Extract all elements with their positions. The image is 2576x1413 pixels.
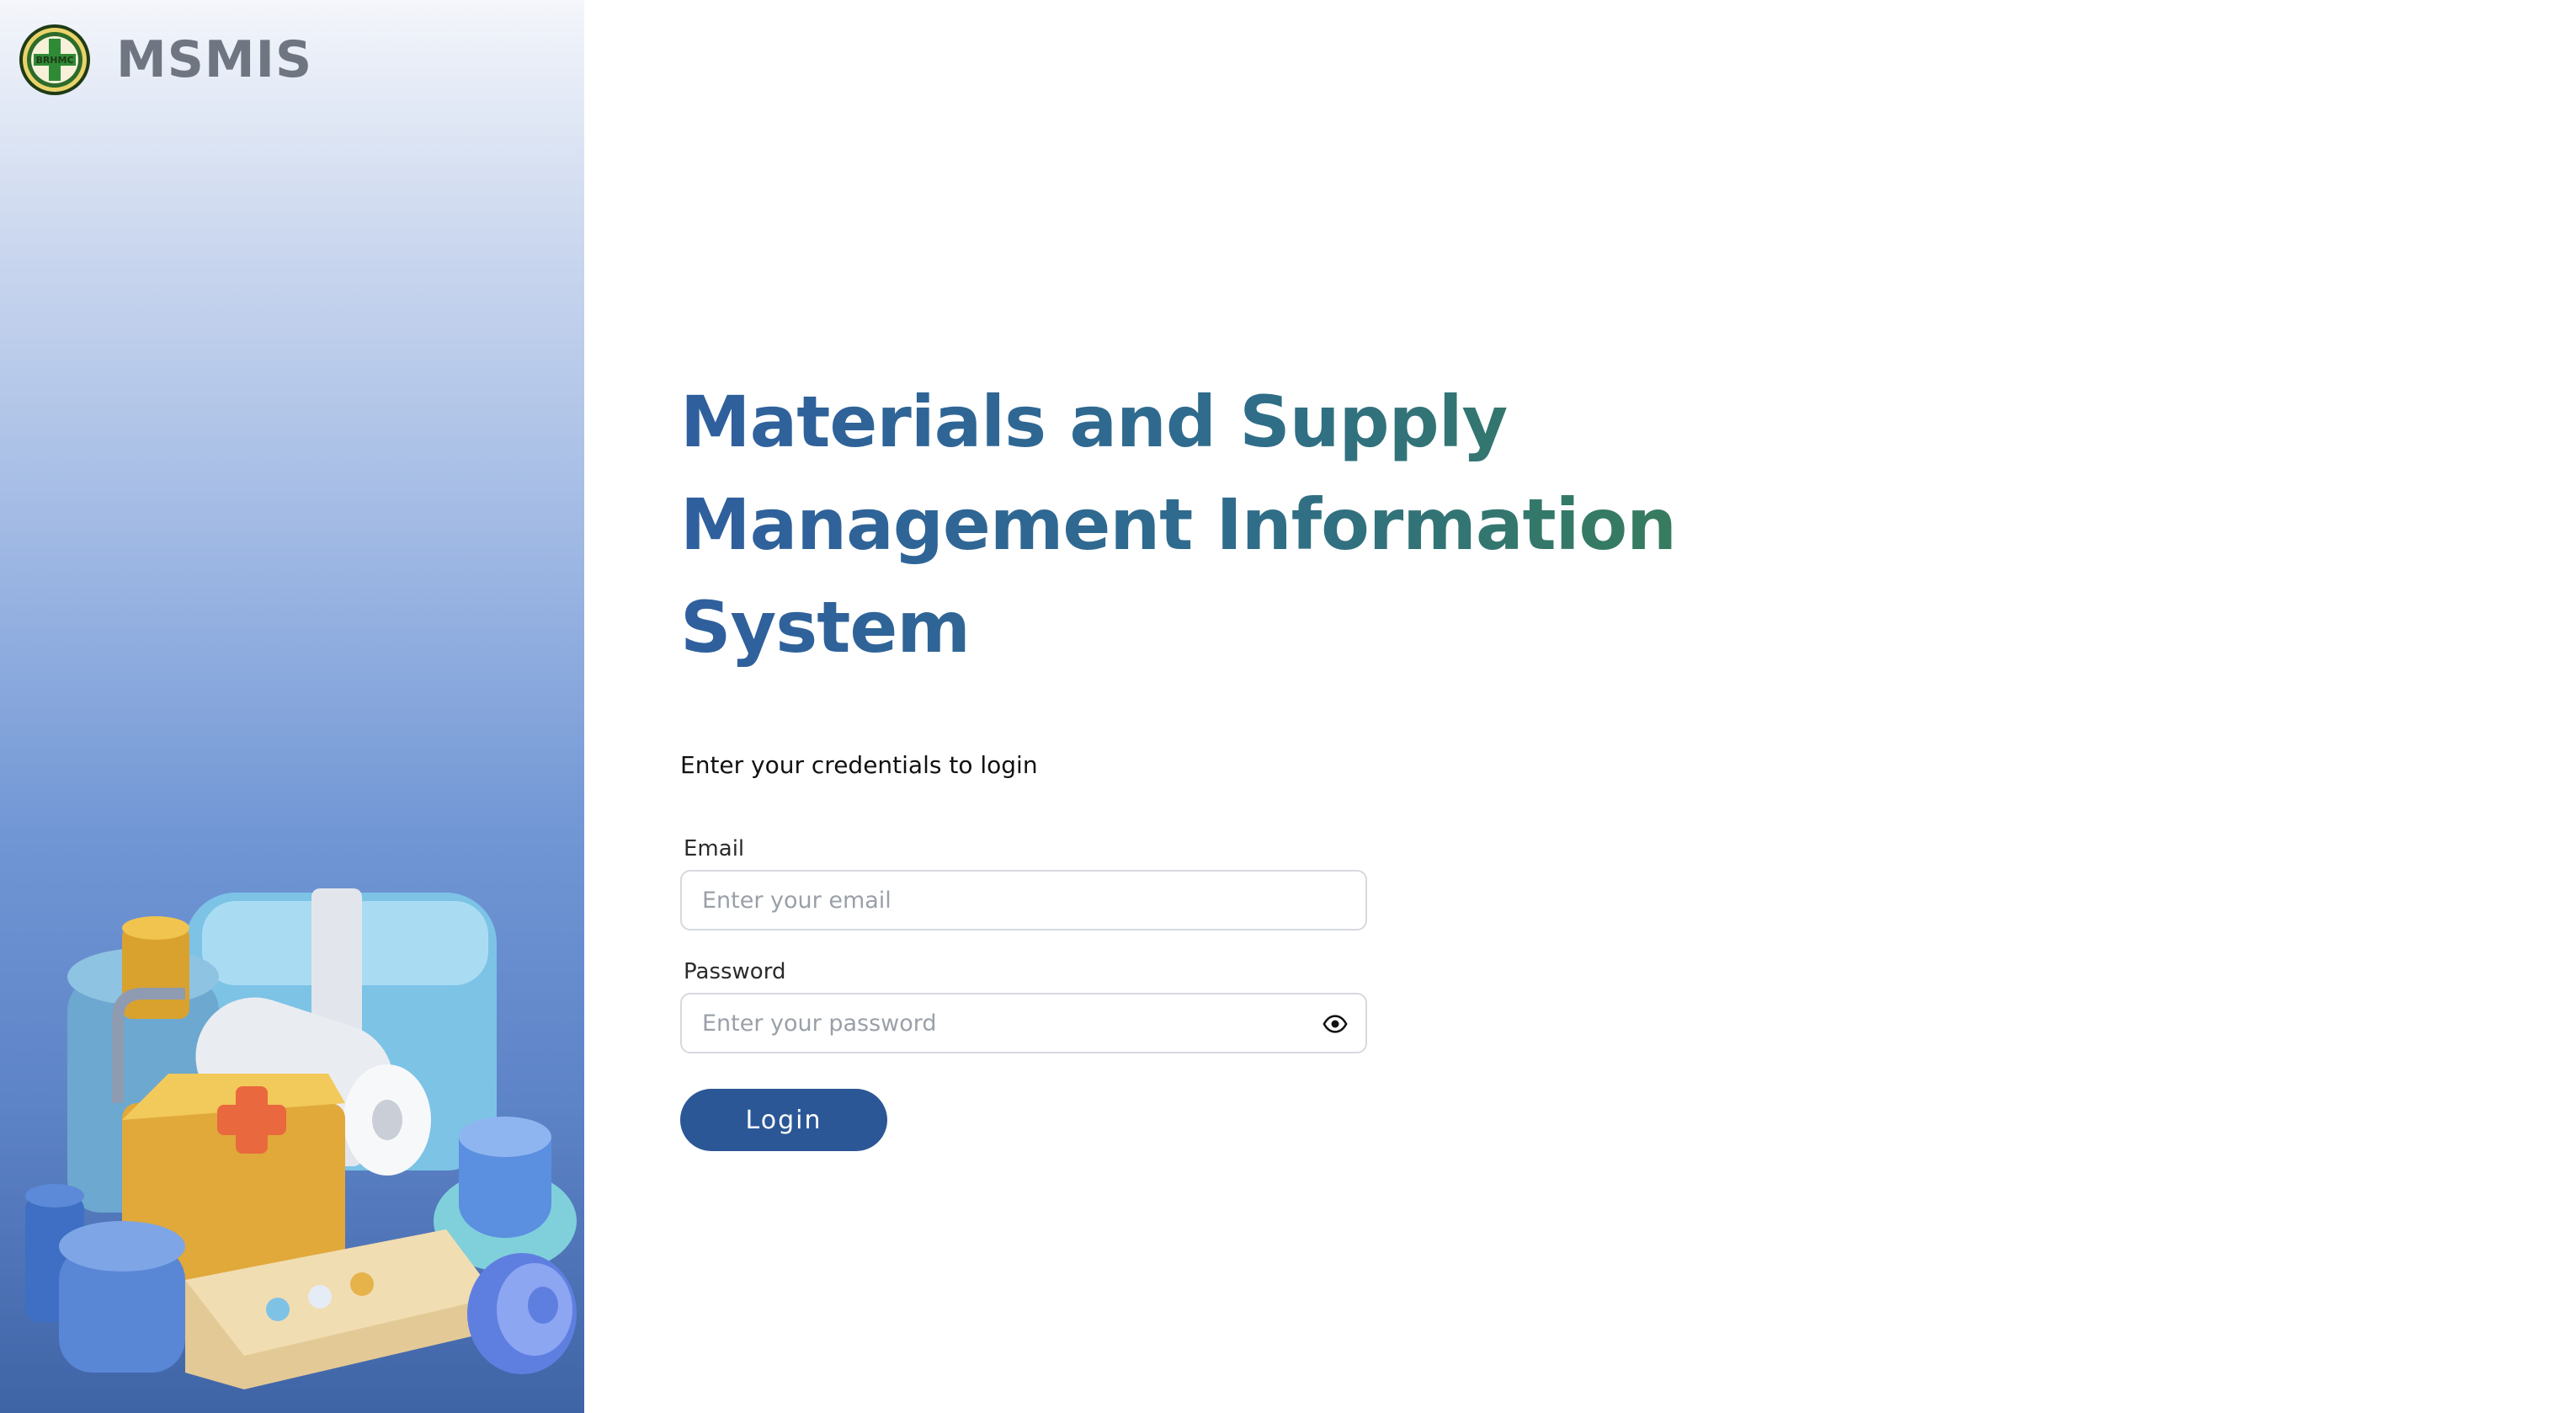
password-label: Password <box>684 959 786 984</box>
login-instructions: Enter your credentials to login <box>680 751 1038 779</box>
hospital-logo-icon: BRHMC <box>19 24 90 95</box>
email-field-wrapper <box>680 870 1367 930</box>
app-name: MSMIS <box>116 30 313 89</box>
email-input[interactable] <box>682 872 1365 929</box>
brand-header: BRHMC MSMIS <box>19 22 312 98</box>
login-form-area: Materials and Supply Management Informat… <box>680 371 1943 1151</box>
login-page: BRHMC MSMIS Materials and Supply Managem… <box>0 0 2576 1413</box>
login-button[interactable]: Login <box>680 1089 887 1151</box>
email-label: Email <box>684 836 745 861</box>
password-field-wrapper <box>680 993 1367 1053</box>
password-input[interactable] <box>682 994 1365 1052</box>
brand-side-panel: BRHMC MSMIS <box>0 0 584 1413</box>
show-password-toggle[interactable] <box>1322 1010 1349 1037</box>
page-title: Materials and Supply Management Informat… <box>680 371 1901 679</box>
eye-icon <box>1323 1015 1348 1033</box>
logo-text: BRHMC <box>35 55 73 66</box>
medical-supplies-illustration <box>25 888 577 1389</box>
